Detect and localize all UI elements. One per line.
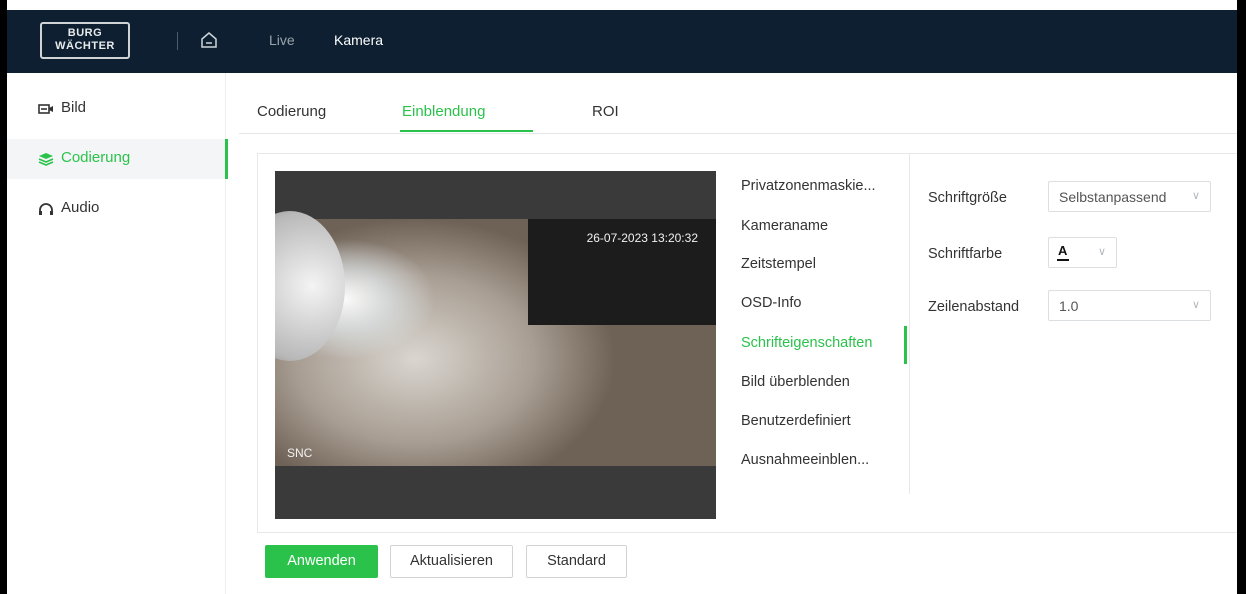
font-properties-form: Schriftgröße Selbstanpassend ∨ Schriftfa…: [928, 154, 1237, 354]
font-size-value: Selbstanpassend: [1059, 189, 1167, 205]
sidebar-item-audio[interactable]: Audio: [7, 189, 225, 229]
refresh-button[interactable]: Aktualisieren: [390, 545, 513, 578]
default-button[interactable]: Standard: [526, 545, 627, 578]
brand-logo[interactable]: BURG WÄCHTER: [40, 22, 130, 59]
headphones-icon: [39, 203, 53, 215]
font-size-select[interactable]: Selbstanpassend ∨: [1048, 181, 1211, 212]
tab-label: Einblendung: [402, 103, 486, 120]
sidebar-item-codierung[interactable]: Codierung: [7, 139, 228, 179]
sidebar-item-label: Audio: [61, 199, 100, 216]
logo-line-2: WÄCHTER: [55, 40, 115, 52]
home-icon[interactable]: [199, 30, 219, 50]
menu-item-privacy-mask[interactable]: Privatzonenmaskie...: [741, 178, 876, 194]
font-color-value: A: [1058, 243, 1068, 258]
top-bar: BURG WÄCHTER Live Kamera: [7, 10, 1237, 73]
timestamp-overlay[interactable]: 26-07-2023 13:20:32: [587, 231, 698, 245]
nav-live[interactable]: Live: [269, 32, 295, 48]
menu-item-osd-info[interactable]: OSD-Info: [741, 295, 801, 311]
menu-item-timestamp[interactable]: Zeitstempel: [741, 256, 816, 272]
tab-roi[interactable]: ROI: [592, 103, 619, 120]
tab-bar: Codierung Einblendung ROI: [239, 89, 1237, 134]
chevron-down-icon: ∨: [1191, 190, 1200, 202]
menu-item-exception-overlay[interactable]: Ausnahmeeinblen...: [741, 452, 869, 468]
menu-item-camera-name[interactable]: Kameraname: [741, 218, 828, 234]
divider: [177, 32, 178, 50]
active-menu-indicator: [904, 326, 907, 364]
line-spacing-value: 1.0: [1059, 298, 1079, 314]
overlay-menu: Privatzonenmaskie... Kameraname Zeitstem…: [724, 154, 910, 494]
font-color-select[interactable]: A ∨: [1048, 237, 1117, 268]
nav-kamera[interactable]: Kamera: [334, 32, 383, 48]
logo-line-1: BURG: [67, 27, 103, 39]
sidebar-item-label: Codierung: [61, 149, 131, 166]
video-preview[interactable]: 26-07-2023 13:20:32 SNC: [275, 171, 716, 519]
menu-item-image-overlay[interactable]: Bild überblenden: [741, 374, 850, 390]
layers-icon: [38, 153, 54, 166]
line-spacing-select[interactable]: 1.0 ∨: [1048, 290, 1211, 321]
tab-label: ROI: [592, 103, 619, 120]
tab-codierung[interactable]: Codierung: [257, 103, 326, 120]
settings-panel: 26-07-2023 13:20:32 SNC Privatzonenmaski…: [257, 153, 1237, 533]
chevron-down-icon: ∨: [1097, 246, 1106, 258]
sidebar-item-label: Bild: [61, 99, 87, 116]
font-color-swatch: A: [1057, 243, 1069, 261]
menu-item-font-properties[interactable]: Schrifteigenschaften: [741, 335, 872, 351]
menu-item-custom[interactable]: Benutzerdefiniert: [741, 413, 851, 429]
chevron-down-icon: ∨: [1191, 299, 1200, 311]
sidebar: Bild Codierung Audio: [7, 73, 228, 594]
app-window: BURG WÄCHTER Live Kamera Bild Codierung …: [7, 0, 1237, 594]
tab-label: Codierung: [257, 103, 327, 120]
video-camera-icon: [38, 104, 53, 114]
channel-name-overlay[interactable]: SNC: [287, 446, 312, 460]
font-size-label: Schriftgröße: [928, 190, 1007, 206]
apply-button[interactable]: Anwenden: [265, 545, 378, 578]
main-content: Codierung Einblendung ROI 26-07-2023 13:…: [239, 73, 1237, 594]
active-indicator: [225, 139, 228, 179]
font-color-label: Schriftfarbe: [928, 246, 1003, 262]
active-tab-underline: [400, 130, 533, 132]
sidebar-item-bild[interactable]: Bild: [7, 89, 225, 129]
line-spacing-label: Zeilenabstand: [928, 299, 1020, 315]
tab-einblendung[interactable]: Einblendung: [400, 103, 533, 132]
